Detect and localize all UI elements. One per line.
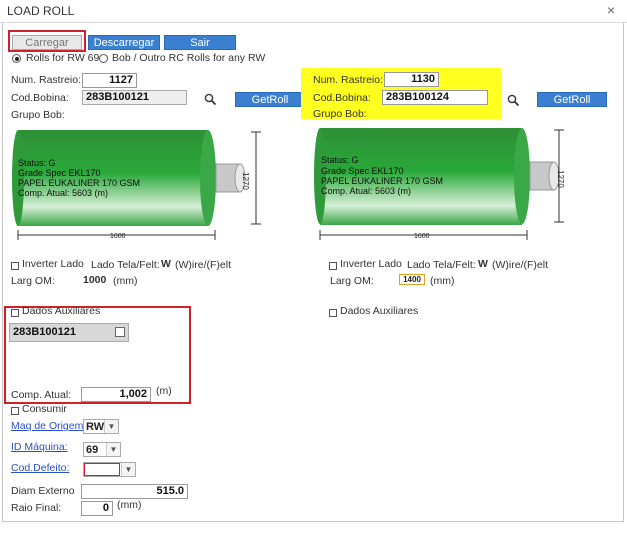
- diam-externo-input[interactable]: 515.0: [81, 484, 188, 499]
- raio-final-unit: (mm): [117, 499, 142, 511]
- left-grupo-bob-label: Grupo Bob:: [11, 109, 65, 121]
- right-getroll-button[interactable]: GetRoll: [537, 92, 607, 107]
- left-larg-value: 1000: [83, 274, 107, 286]
- title-bar: LOAD ROLL ×: [0, 0, 627, 23]
- rolls-rw69-label: Rolls for RW 69: [26, 52, 100, 64]
- id-maquina-link[interactable]: ID Máquina:: [11, 441, 68, 453]
- left-inverter-checkbox[interactable]: [11, 262, 19, 270]
- left-comp-input[interactable]: 1,002: [81, 387, 151, 402]
- left-aux-checkbox[interactable]: [11, 309, 19, 317]
- maq-origem-link[interactable]: Maq de Origem:: [11, 420, 86, 432]
- right-inverter-checkbox[interactable]: [329, 262, 337, 270]
- raio-final-label: Raio Final:: [11, 502, 62, 514]
- id-maquina-select[interactable]: 69 ▼: [83, 442, 121, 457]
- right-aux-checkbox[interactable]: [329, 309, 337, 317]
- left-aux-label: Dados Auxiliares: [22, 305, 101, 317]
- right-roll-grade: Grade Spec EKL170: [321, 166, 404, 176]
- left-lado-value[interactable]: W: [161, 258, 171, 270]
- right-lado-label: Lado Tela/Felt:: [407, 259, 476, 271]
- right-larg-input[interactable]: 1400: [399, 274, 425, 285]
- left-roll-height-label: 1270: [241, 172, 250, 190]
- left-aux-code-text: 283B100121: [13, 326, 77, 338]
- close-icon[interactable]: ×: [607, 2, 615, 18]
- left-search-icon[interactable]: [204, 93, 217, 106]
- id-maquina-value: 69: [86, 444, 99, 456]
- left-larg-label: Larg OM:: [11, 275, 55, 287]
- chevron-down-icon: ▼: [104, 420, 118, 433]
- descarregar-button[interactable]: Descarregar: [88, 35, 160, 50]
- right-roll-height-label: 1270: [556, 170, 565, 188]
- left-cod-bobina-label: Cod.Bobina:: [11, 92, 69, 104]
- sair-button[interactable]: Sair: [164, 35, 236, 50]
- right-roll-width-label: 1600: [414, 233, 430, 240]
- chevron-down-icon: ▼: [106, 443, 120, 456]
- right-search-icon[interactable]: [507, 94, 520, 107]
- diam-externo-label: Diam Externo: [11, 485, 75, 497]
- left-roll-status: Status: G: [18, 158, 56, 168]
- left-cod-bobina-input[interactable]: 283B100121: [82, 90, 187, 105]
- window-title: LOAD ROLL: [7, 4, 75, 18]
- right-cod-bobina-input[interactable]: 283B100124: [382, 90, 488, 105]
- carregar-button[interactable]: Carregar: [12, 35, 82, 50]
- right-roll-comp: Comp. Atual: 5603 (m): [321, 186, 412, 196]
- raio-final-input[interactable]: 0: [81, 501, 113, 516]
- maq-origem-select[interactable]: RW ▼: [83, 419, 119, 434]
- left-aux-code-input[interactable]: 283B100121: [9, 323, 129, 342]
- rolls-rw69-radio[interactable]: [12, 54, 21, 63]
- left-comp-unit: (m): [156, 385, 172, 397]
- bob-outro-radio[interactable]: [99, 54, 108, 63]
- right-lado-hint: (W)ire/(F)elt: [492, 259, 548, 271]
- right-cod-bobina-label: Cod.Bobina:: [313, 92, 371, 104]
- cod-defeito-link[interactable]: Cod.Defeito:: [11, 462, 69, 474]
- left-num-rastreio-label: Num. Rastreio:: [11, 74, 82, 86]
- right-aux-label: Dados Auxiliares: [340, 305, 419, 317]
- right-larg-unit: (mm): [430, 275, 455, 287]
- bob-outro-label: Bob / Outro RC Rolls for any RW: [112, 52, 266, 64]
- right-grupo-bob-label: Grupo Bob:: [313, 108, 367, 120]
- maq-origem-value: RW: [86, 421, 105, 433]
- left-num-rastreio-input[interactable]: 1127: [82, 73, 137, 88]
- left-getroll-button[interactable]: GetRoll: [235, 92, 305, 107]
- consumir-checkbox[interactable]: [11, 407, 19, 415]
- right-num-rastreio-label: Num. Rastreio:: [313, 74, 384, 86]
- left-roll-paper: PAPEL EUKALINER 170 GSM: [18, 178, 141, 188]
- left-inverter-label: Inverter Lado: [22, 258, 84, 270]
- left-larg-unit: (mm): [113, 275, 138, 287]
- chevron-down-icon: ▼: [121, 463, 135, 476]
- right-larg-label: Larg OM:: [330, 275, 374, 287]
- right-roll-paper: PAPEL EUKALINER 170 GSM: [321, 176, 444, 186]
- right-lado-value[interactable]: W: [478, 258, 488, 270]
- left-lado-hint: (W)ire/(F)elt: [175, 259, 231, 271]
- left-lado-label: Lado Tela/Felt:: [91, 259, 160, 271]
- cod-defeito-select[interactable]: ▼: [83, 462, 136, 477]
- left-roll-width-label: 1600: [110, 233, 126, 240]
- left-comp-label: Comp. Atual:: [11, 389, 72, 401]
- right-num-rastreio-input[interactable]: 1130: [384, 72, 439, 87]
- calendar-icon[interactable]: [115, 327, 125, 337]
- left-roll-comp: Comp. Atual: 5603 (m): [18, 188, 109, 198]
- right-inverter-label: Inverter Lado: [340, 258, 402, 270]
- right-roll-status: Status: G: [321, 155, 359, 165]
- consumir-label: Consumir: [22, 403, 67, 415]
- left-roll-grade: Grade Spec EKL170: [18, 168, 101, 178]
- cod-defeito-input[interactable]: [84, 463, 120, 476]
